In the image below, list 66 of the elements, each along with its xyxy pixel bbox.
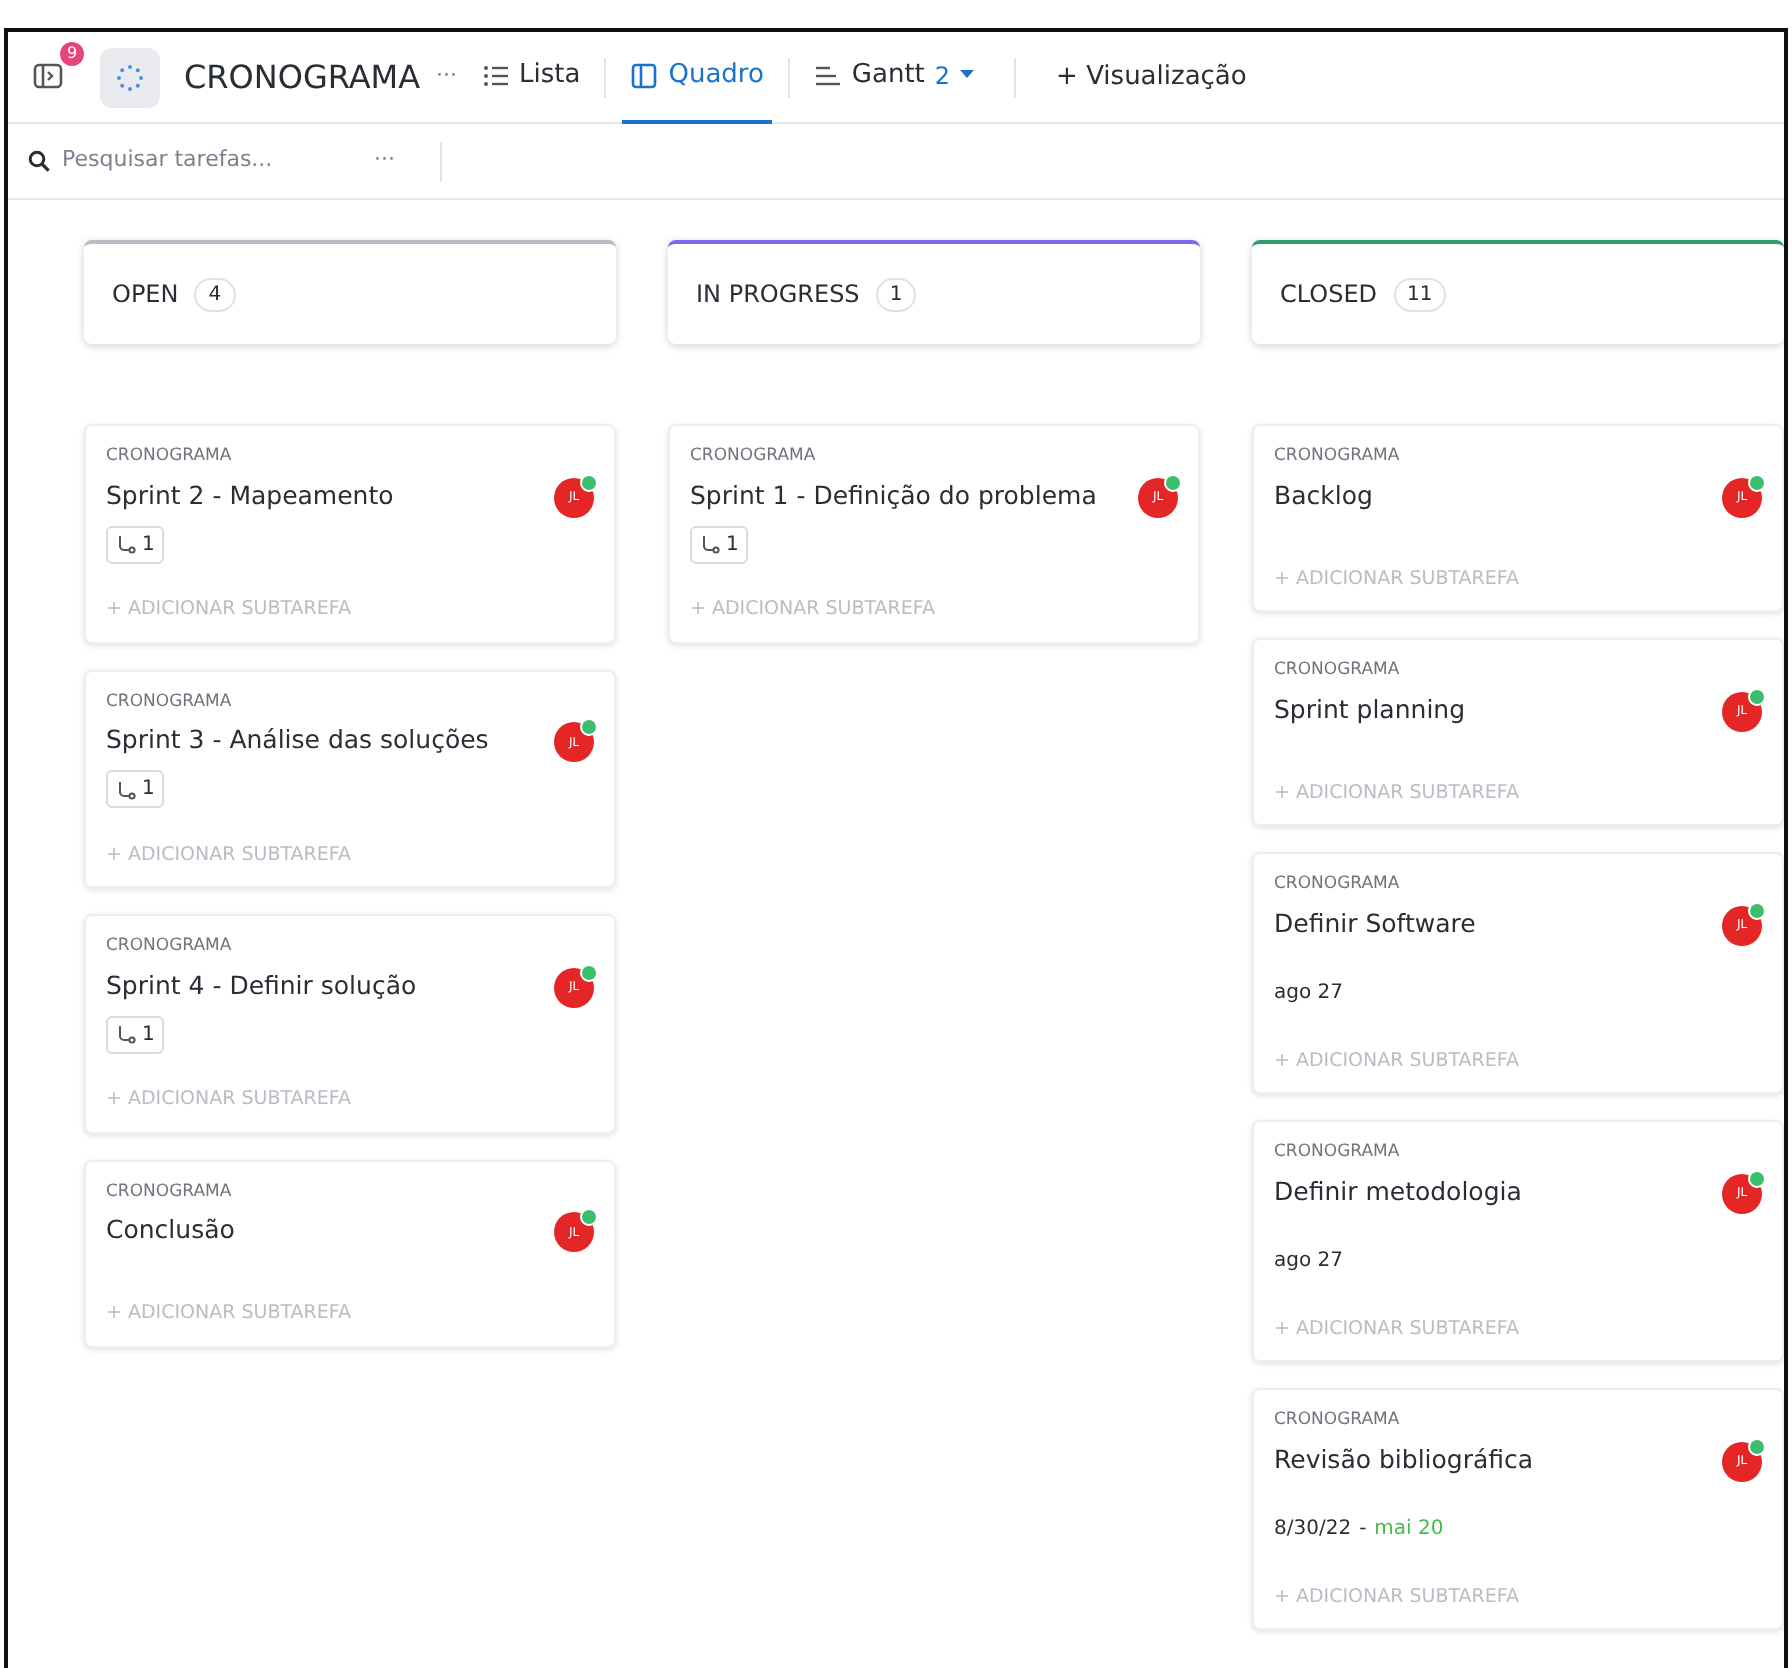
- status-dot: [580, 718, 598, 737]
- status-dot: [1164, 473, 1182, 492]
- task-title: Sprint 1 - Definição do problema: [690, 477, 1097, 514]
- project-label: CRONOGRAMA: [106, 1179, 234, 1205]
- task-title: Sprint 3 - Análise das soluções: [106, 722, 489, 759]
- task-title: Backlog: [1274, 477, 1373, 514]
- search-icon: [28, 150, 50, 172]
- subtask-count[interactable]: 1: [106, 525, 165, 564]
- date-text: ago 27: [1274, 979, 1343, 1008]
- view-tab[interactable]: Gantt 2: [805, 32, 983, 123]
- status-dot: [1748, 1437, 1766, 1456]
- sidebar-icon: [32, 59, 64, 91]
- date-text: 8/30/22: [1274, 1515, 1352, 1544]
- more-button[interactable]: ···: [436, 60, 458, 94]
- caret-icon: [960, 70, 975, 80]
- project-label: CRONOGRAMA: [106, 934, 234, 960]
- task-title: Sprint 2 - Mapeamento: [106, 477, 394, 514]
- status-dot: [580, 1208, 598, 1227]
- view-tab[interactable]: Lista: [473, 32, 589, 123]
- project-label: CRONOGRAMA: [1274, 658, 1402, 684]
- due-date: mai 20: [1374, 1515, 1444, 1544]
- project-label: CRONOGRAMA: [106, 444, 234, 470]
- subtask-icon: [116, 534, 136, 555]
- space-icon-tile[interactable]: [100, 47, 160, 107]
- gantt-icon: [813, 61, 842, 89]
- project-label: CRONOGRAMA: [690, 444, 818, 470]
- more-button[interactable]: ···: [362, 142, 407, 180]
- task-title: Sprint planning: [1274, 691, 1466, 728]
- task-title: Definir metodologia: [1274, 1173, 1522, 1210]
- status-dot: [1748, 473, 1766, 492]
- subtask-icon: [700, 534, 720, 555]
- column-count: 11: [1393, 277, 1447, 311]
- subtask-count[interactable]: 1: [690, 525, 749, 564]
- status-dot: [580, 963, 598, 982]
- status-dot: [1748, 687, 1766, 706]
- subtask-count[interactable]: 1: [106, 770, 165, 809]
- subtask-count[interactable]: 1: [106, 1015, 165, 1054]
- list-icon: [481, 61, 510, 89]
- subtask-icon: [116, 1024, 136, 1045]
- dotted-circle-icon: [114, 61, 146, 93]
- project-label: CRONOGRAMA: [1274, 1408, 1402, 1434]
- status-dot: [580, 473, 598, 492]
- column-title: IN PROGRESS: [696, 278, 860, 312]
- project-label: CRONOGRAMA: [1274, 444, 1402, 470]
- project-label: CRONOGRAMA: [1274, 1140, 1402, 1166]
- view-tab[interactable]: Quadro: [622, 32, 772, 123]
- task-title: Sprint 4 - Definir solução: [106, 967, 417, 1004]
- status-dot: [1748, 1169, 1766, 1188]
- date-separator: -: [1359, 1515, 1367, 1544]
- sidebar-toggle[interactable]: [32, 59, 64, 91]
- column-count: 1: [875, 277, 917, 311]
- task-title: Conclusão: [106, 1212, 235, 1249]
- date-text: ago 27: [1274, 1247, 1343, 1276]
- project-label: CRONOGRAMA: [106, 689, 234, 715]
- notification-badge: 9: [60, 41, 84, 65]
- task-title: Definir Software: [1274, 905, 1476, 942]
- column-title: CLOSED: [1280, 278, 1378, 312]
- board-icon: [630, 61, 659, 89]
- task-title: Revisão bibliográfica: [1274, 1441, 1534, 1478]
- subtask-icon: [116, 779, 136, 800]
- project-label: CRONOGRAMA: [1274, 872, 1402, 898]
- column-count: 4: [194, 277, 236, 311]
- column-title: OPEN: [112, 278, 179, 312]
- status-dot: [1748, 901, 1766, 920]
- space-title: CRONOGRAMA: [184, 55, 421, 99]
- add-view-button[interactable]: + Visualização: [1048, 57, 1255, 97]
